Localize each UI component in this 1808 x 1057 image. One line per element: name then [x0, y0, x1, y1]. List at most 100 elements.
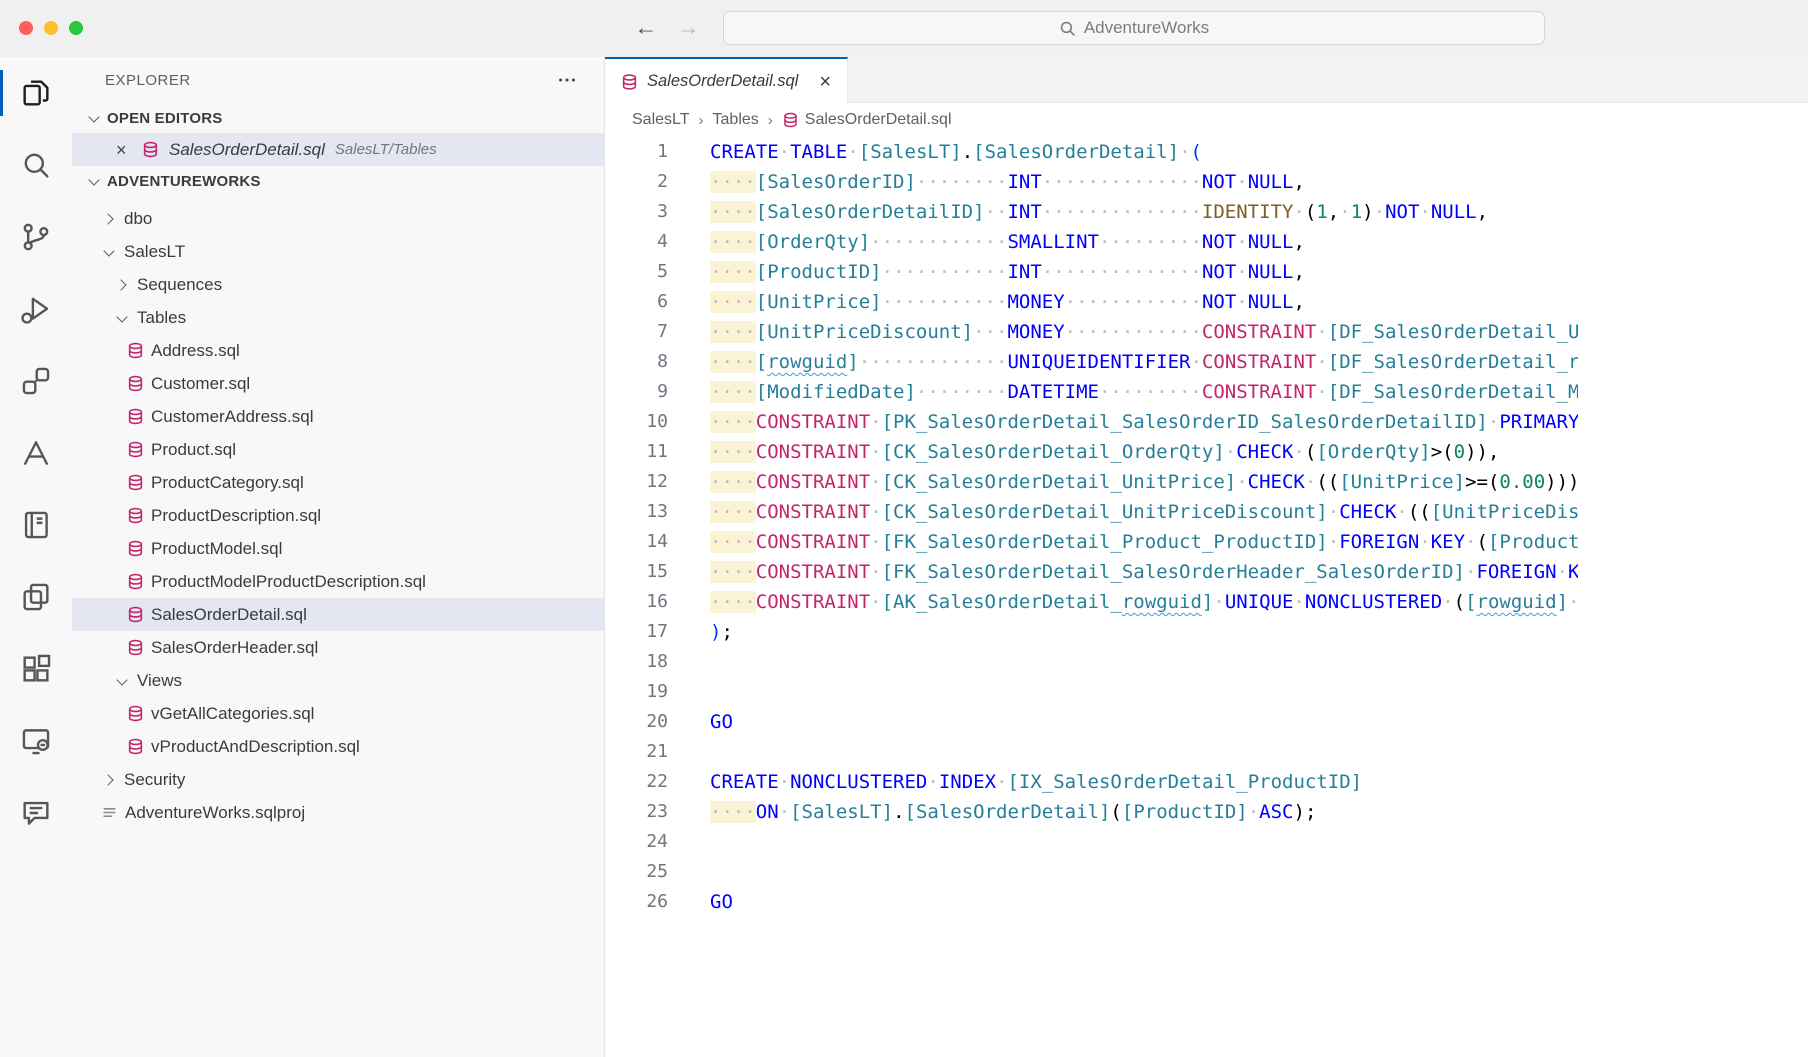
code-line-content[interactable]: ); — [668, 617, 1578, 647]
line-number[interactable]: 18 — [605, 647, 668, 677]
section-adventureworks[interactable]: ADVENTUREWORKS — [72, 166, 604, 196]
code-line-content[interactable]: ····CONSTRAINT·[PK_SalesOrderDetail_Sale… — [668, 407, 1578, 437]
line-number[interactable]: 15 — [605, 557, 668, 587]
code-line-content[interactable]: GO — [668, 707, 1578, 737]
code-line-content[interactable]: ····[SalesOrderDetailID]··INT···········… — [668, 197, 1578, 227]
back-button[interactable]: ← — [633, 11, 659, 43]
line-number[interactable]: 10 — [605, 407, 668, 437]
code-line-content[interactable]: ····[UnitPriceDiscount]···MONEY·········… — [668, 317, 1578, 347]
line-number[interactable]: 20 — [605, 707, 668, 737]
section-open-editors[interactable]: OPEN EDITORS — [72, 103, 604, 133]
tree-item-security[interactable]: Security — [72, 763, 604, 796]
code-line-content[interactable]: ····[rowguid]·············UNIQUEIDENTIFI… — [668, 347, 1578, 377]
line-number[interactable]: 16 — [605, 587, 668, 617]
editor-group: SalesOrderDetail.sql × SalesLT›Tables›Sa… — [605, 57, 1808, 1057]
close-window-button[interactable] — [19, 21, 33, 35]
activitybar-connections[interactable] — [0, 345, 72, 417]
code-line-content[interactable]: ····[ModifiedDate]········DATETIME······… — [668, 377, 1578, 407]
code-line-content[interactable]: ····[UnitPrice]···········MONEY·········… — [668, 287, 1578, 317]
tree-item-product-sql[interactable]: Product.sql — [72, 433, 604, 466]
tree-item-productdescription-sql[interactable]: ProductDescription.sql — [72, 499, 604, 532]
line-number[interactable]: 21 — [605, 737, 668, 767]
line-number[interactable]: 17 — [605, 617, 668, 647]
line-number[interactable]: 3 — [605, 197, 668, 227]
code-line-content[interactable]: CREATE·NONCLUSTERED·INDEX·[IX_SalesOrder… — [668, 767, 1578, 797]
breadcrumb-item-salesorderdetail-sql[interactable]: SalesOrderDetail.sql — [782, 111, 952, 129]
tree-item-adventureworks-sqlproj[interactable]: AdventureWorks.sqlproj — [72, 796, 604, 829]
tree-item-dbo[interactable]: dbo — [72, 202, 604, 235]
code-line-content[interactable] — [668, 647, 1578, 677]
close-icon[interactable]: × — [819, 72, 831, 92]
line-number[interactable]: 2 — [605, 167, 668, 197]
line-number[interactable]: 25 — [605, 857, 668, 887]
activitybar-database-projects[interactable] — [0, 561, 72, 633]
line-number[interactable]: 5 — [605, 257, 668, 287]
minimize-window-button[interactable] — [44, 21, 58, 35]
line-number[interactable]: 24 — [605, 827, 668, 857]
code-line-content[interactable] — [668, 677, 1578, 707]
code-line-content[interactable]: ····CONSTRAINT·[AK_SalesOrderDetail_rowg… — [668, 587, 1578, 617]
code-line-content[interactable]: ····CONSTRAINT·[CK_SalesOrderDetail_Unit… — [668, 497, 1578, 527]
tree-item-sequences[interactable]: Sequences — [72, 268, 604, 301]
zoom-window-button[interactable] — [69, 21, 83, 35]
line-number[interactable]: 6 — [605, 287, 668, 317]
more-actions-button[interactable] — [556, 69, 578, 91]
tree-item-views[interactable]: Views — [72, 664, 604, 697]
code-line-content[interactable] — [668, 827, 1578, 857]
code-line-content[interactable]: ····CONSTRAINT·[FK_SalesOrderDetail_Prod… — [668, 527, 1578, 557]
line-number[interactable]: 14 — [605, 527, 668, 557]
line-number[interactable]: 13 — [605, 497, 668, 527]
activitybar-notebook[interactable] — [0, 489, 72, 561]
line-number[interactable]: 1 — [605, 137, 668, 167]
open-editor-item[interactable]: ×SalesOrderDetail.sqlSalesLT/Tables — [72, 133, 604, 166]
tree-item-customeraddress-sql[interactable]: CustomerAddress.sql — [72, 400, 604, 433]
code-line-content[interactable]: ····CONSTRAINT·[FK_SalesOrderDetail_Sale… — [668, 557, 1578, 587]
line-number[interactable]: 9 — [605, 377, 668, 407]
code-line-content[interactable]: ····[ProductID]···········INT···········… — [668, 257, 1578, 287]
breadcrumb-item-tables[interactable]: Tables — [713, 111, 759, 129]
tree-item-productcategory-sql[interactable]: ProductCategory.sql — [72, 466, 604, 499]
line-number[interactable]: 8 — [605, 347, 668, 377]
tree-item-salesorderdetail-sql[interactable]: SalesOrderDetail.sql — [72, 598, 604, 631]
code-line-content[interactable] — [668, 857, 1578, 887]
line-number[interactable]: 11 — [605, 437, 668, 467]
close-icon[interactable]: × — [116, 141, 132, 159]
line-number[interactable]: 4 — [605, 227, 668, 257]
code-line-content[interactable]: ····CONSTRAINT·[CK_SalesOrderDetail_Unit… — [668, 467, 1578, 497]
activitybar-azure[interactable] — [0, 417, 72, 489]
code-line-content[interactable]: ····ON·[SalesLT].[SalesOrderDetail]([Pro… — [668, 797, 1578, 827]
activitybar-extensions[interactable] — [0, 633, 72, 705]
tree-item-vproductanddescription-sql[interactable]: vProductAndDescription.sql — [72, 730, 604, 763]
code-line-content[interactable] — [668, 737, 1578, 767]
activitybar-explorer[interactable] — [0, 57, 72, 129]
activitybar-comments[interactable] — [0, 777, 72, 849]
tree-item-vgetallcategories-sql[interactable]: vGetAllCategories.sql — [72, 697, 604, 730]
code-line-content[interactable]: ····[OrderQty]············SMALLINT······… — [668, 227, 1578, 257]
line-number[interactable]: 12 — [605, 467, 668, 497]
code-editor[interactable]: 1CREATE·TABLE·[SalesLT].[SalesOrderDetai… — [605, 137, 1808, 917]
tree-item-productmodelproductdescription-sql[interactable]: ProductModelProductDescription.sql — [72, 565, 604, 598]
activitybar-source-control[interactable] — [0, 201, 72, 273]
code-line-content[interactable]: CREATE·TABLE·[SalesLT].[SalesOrderDetail… — [668, 137, 1578, 167]
tree-item-customer-sql[interactable]: Customer.sql — [72, 367, 604, 400]
breadcrumb-item-saleslt[interactable]: SalesLT — [632, 111, 690, 129]
tree-item-saleslt[interactable]: SalesLT — [72, 235, 604, 268]
tab-salesorderdetail[interactable]: SalesOrderDetail.sql × — [605, 57, 848, 104]
tree-item-salesorderheader-sql[interactable]: SalesOrderHeader.sql — [72, 631, 604, 664]
activitybar-search[interactable] — [0, 129, 72, 201]
line-number[interactable]: 19 — [605, 677, 668, 707]
forward-button[interactable]: → — [675, 11, 701, 43]
activitybar-remote-monitor[interactable] — [0, 705, 72, 777]
tree-item-address-sql[interactable]: Address.sql — [72, 334, 604, 367]
tree-item-tables[interactable]: Tables — [72, 301, 604, 334]
code-line-content[interactable]: GO — [668, 887, 1578, 917]
line-number[interactable]: 7 — [605, 317, 668, 347]
command-center[interactable]: AdventureWorks — [723, 11, 1545, 45]
code-line-content[interactable]: ····CONSTRAINT·[CK_SalesOrderDetail_Orde… — [668, 437, 1578, 467]
code-line-content[interactable]: ····[SalesOrderID]········INT···········… — [668, 167, 1578, 197]
line-number[interactable]: 23 — [605, 797, 668, 827]
line-number[interactable]: 22 — [605, 767, 668, 797]
line-number[interactable]: 26 — [605, 887, 668, 917]
tree-item-productmodel-sql[interactable]: ProductModel.sql — [72, 532, 604, 565]
activitybar-run-debug[interactable] — [0, 273, 72, 345]
